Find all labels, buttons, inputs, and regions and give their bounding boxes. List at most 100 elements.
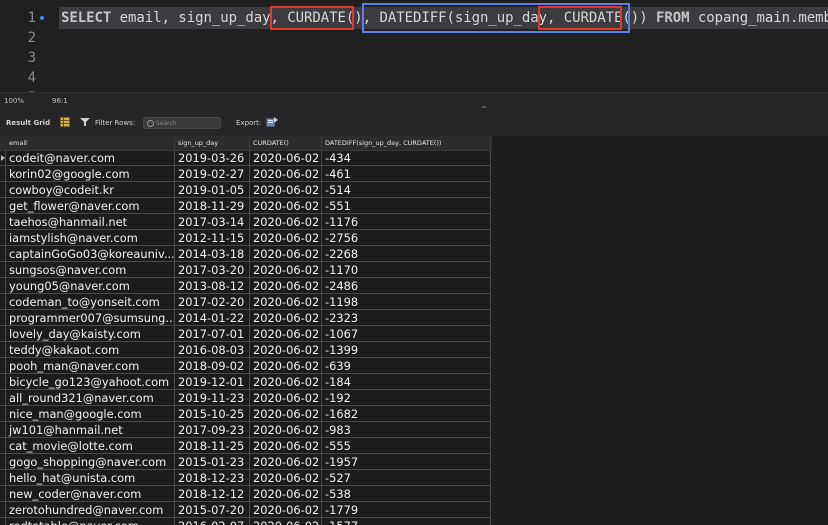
table-row[interactable]: new_coder@naver.com 2018-12-12 2020-06-02-…	[0, 486, 492, 502]
cell-sign-up-day[interactable]: 2018-11-25	[175, 438, 250, 454]
cell-curdate[interactable]: 2020-06-02	[250, 406, 322, 422]
cell-sign-up-day[interactable]: 2017-03-14	[175, 214, 250, 230]
cell-sign-up-day[interactable]: 2019-01-05	[175, 182, 250, 198]
cell-email[interactable]: new_coder@naver.com	[6, 486, 175, 502]
cell-curdate[interactable]: 2020-06-02	[250, 278, 322, 294]
table-row[interactable]: teddy@kakaot.com 2016-08-03 2020-06-02 -139…	[0, 342, 492, 358]
cell-email[interactable]: codeit@naver.com	[6, 150, 175, 166]
table-row[interactable]: get_flower@naver.com 2018-11-29 2020-06-02…	[0, 198, 492, 214]
cell-sign-up-day[interactable]: 2018-11-29	[175, 198, 250, 214]
cell-email[interactable]: lovely_day@kaisty.com	[6, 326, 175, 342]
cell-datediff[interactable]: -2323	[322, 310, 491, 326]
table-row[interactable]: young05@naver.com 2013-08-12 2020-06-02 -24…	[0, 278, 492, 294]
cell-datediff[interactable]: -639	[322, 358, 491, 374]
cell-email[interactable]: sungsos@naver.com	[6, 262, 175, 278]
filter-search-input[interactable]	[156, 118, 218, 128]
cell-datediff[interactable]: -555	[322, 438, 491, 454]
table-row[interactable]: codeit@naver.com 2019-03-26 2020-06-02 -434	[0, 150, 492, 166]
table-row[interactable]: bicycle_go123@yahoot.com 2019-12-01 2020-0…	[0, 374, 492, 390]
cell-sign-up-day[interactable]: 2017-02-20	[175, 294, 250, 310]
cell-sign-up-day[interactable]: 2018-12-12	[175, 486, 250, 502]
cell-curdate[interactable]: 2020-06-02	[250, 166, 322, 182]
cell-sign-up-day[interactable]: 2018-09-02	[175, 358, 250, 374]
cell-curdate[interactable]: 2020-06-02	[250, 294, 322, 310]
cell-email[interactable]: pooh_man@naver.com	[6, 358, 175, 374]
cell-sign-up-day[interactable]: 2014-03-18	[175, 246, 250, 262]
cell-curdate[interactable]: 2020-06-02	[250, 454, 322, 470]
cell-sign-up-day[interactable]: 2014-01-22	[175, 310, 250, 326]
cell-curdate[interactable]: 2020-06-02	[250, 486, 322, 502]
cell-datediff[interactable]: -1779	[322, 502, 491, 518]
cell-datediff[interactable]: -1170	[322, 262, 491, 278]
table-row[interactable]: korin02@google.com 2019-02-27 2020-06-02 -4…	[0, 166, 492, 182]
cell-sign-up-day[interactable]: 2019-02-27	[175, 166, 250, 182]
cell-datediff[interactable]: -551	[322, 198, 491, 214]
cell-datediff[interactable]: -2486	[322, 278, 491, 294]
cell-curdate[interactable]: 2020-06-02	[250, 358, 322, 374]
cell-email[interactable]: nice_man@google.com	[6, 406, 175, 422]
cell-sign-up-day[interactable]: 2016-08-03	[175, 342, 250, 358]
cell-email[interactable]: codeman_to@yonseit.com	[6, 294, 175, 310]
cell-email[interactable]: cat_movie@lotte.com	[6, 438, 175, 454]
cell-sign-up-day[interactable]: 2017-09-23	[175, 422, 250, 438]
cell-datediff[interactable]: -2268	[322, 246, 491, 262]
cell-email[interactable]: young05@naver.com	[6, 278, 175, 294]
column-header-datediff[interactable]: DATEDIFF(sign_up_day, CURDATE())	[322, 136, 491, 150]
cell-datediff[interactable]: -538	[322, 486, 491, 502]
cell-email[interactable]: programmer007@sumsung....	[6, 310, 175, 326]
cell-curdate[interactable]: 2020-06-02	[250, 326, 322, 342]
cell-datediff[interactable]: -1399	[322, 342, 491, 358]
cell-datediff[interactable]: -1198	[322, 294, 491, 310]
cell-email[interactable]: iamstylish@naver.com	[6, 230, 175, 246]
sql-editor[interactable]: 1 2 3 4 5 SELECT email, sign_up_day, CUR…	[0, 0, 828, 106]
cell-datediff[interactable]: -527	[322, 470, 491, 486]
cell-email[interactable]: get_flower@naver.com	[6, 198, 175, 214]
column-header-sign-up-day[interactable]: sign_up_day	[175, 136, 250, 150]
result-grid-label[interactable]: Result Grid	[6, 119, 50, 127]
grid-view-icon[interactable]	[60, 117, 70, 127]
cell-sign-up-day[interactable]: 2015-01-23	[175, 454, 250, 470]
cell-sign-up-day[interactable]: 2012-11-15	[175, 230, 250, 246]
cell-curdate[interactable]: 2020-06-02	[250, 374, 322, 390]
column-header-email[interactable]: email	[0, 136, 175, 150]
cell-datediff[interactable]: -1682	[322, 406, 491, 422]
cell-email[interactable]: teddy@kakaot.com	[6, 342, 175, 358]
cell-curdate[interactable]: 2020-06-02	[250, 342, 322, 358]
table-row[interactable]: captainGoGo03@koreauniv.... 2014-03-18 202…	[0, 246, 492, 262]
zoom-level[interactable]: 100%	[4, 97, 24, 105]
cell-email[interactable]: gogo_shopping@naver.com	[6, 454, 175, 470]
table-row[interactable]: gogo_shopping@naver.com 2015-01-23 2020-06…	[0, 454, 492, 470]
table-row[interactable]: sungsos@naver.com 2017-03-20 2020-06-02 -11…	[0, 262, 492, 278]
cell-datediff[interactable]: -184	[322, 374, 491, 390]
cell-datediff[interactable]: -514	[322, 182, 491, 198]
cell-sign-up-day[interactable]: 2015-10-25	[175, 406, 250, 422]
table-row[interactable]: cat_movie@lotte.com 2018-11-25 2020-06-02-…	[0, 438, 492, 454]
cell-curdate[interactable]: 2020-06-02	[250, 470, 322, 486]
table-row[interactable]: redtotable@naver.com2016-02-072020-06-02…	[0, 518, 492, 525]
cell-sign-up-day[interactable]: 2013-08-12	[175, 278, 250, 294]
cell-datediff[interactable]: -983	[322, 422, 491, 438]
cell-curdate[interactable]: 2020-06-02	[250, 390, 322, 406]
cell-curdate[interactable]: 2020-06-02	[250, 262, 322, 278]
cell-sign-up-day[interactable]: 2017-07-01	[175, 326, 250, 342]
cell-curdate[interactable]: 2020-06-02	[250, 246, 322, 262]
cell-email[interactable]: taehos@hanmail.net	[6, 214, 175, 230]
cell-email[interactable]: captainGoGo03@koreauniv....	[6, 246, 175, 262]
cell-sign-up-day[interactable]: 2019-03-26	[175, 150, 250, 166]
table-row[interactable]: taehos@hanmail.net 2017-03-14 2020-06-02 -1…	[0, 214, 492, 230]
cell-email[interactable]: zerotohundred@naver.com	[6, 502, 175, 518]
cell-datediff[interactable]: -192	[322, 390, 491, 406]
table-row[interactable]: zerotohundred@naver.com 2015-07-20 2020-06…	[0, 502, 492, 518]
cell-datediff[interactable]: -1067	[322, 326, 491, 342]
table-row[interactable]: lovely_day@kaisty.com 2017-07-01 2020-06-0…	[0, 326, 492, 342]
column-header-curdate[interactable]: CURDATE()	[250, 136, 322, 150]
cell-curdate[interactable]: 2020-06-02	[250, 310, 322, 326]
cell-curdate[interactable]: 2020-06-02	[250, 502, 322, 518]
cell-curdate[interactable]: 2020-06-02	[250, 198, 322, 214]
table-row[interactable]: programmer007@sumsung.... 2014-01-22 2020-…	[0, 310, 492, 326]
cell-curdate[interactable]: 2020-06-02	[250, 230, 322, 246]
cell-datediff[interactable]: -2756	[322, 230, 491, 246]
cell-datediff[interactable]: -1957	[322, 454, 491, 470]
cell-email[interactable]: jw101@hanmail.net	[6, 422, 175, 438]
table-row[interactable]: jw101@hanmail.net 2017-09-23 2020-06-02 -98…	[0, 422, 492, 438]
